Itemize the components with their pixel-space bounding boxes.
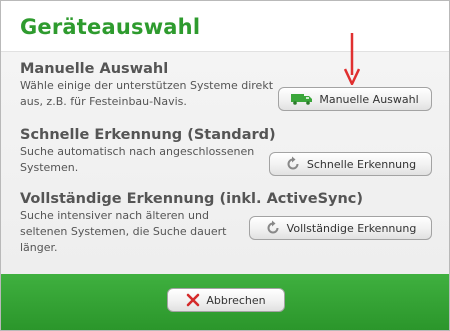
section-quick-title: Schnelle Erkennung (Standard) — [20, 127, 276, 143]
refresh-icon — [285, 156, 301, 172]
description-line: Suche automatisch nach angeschlossenen — [20, 145, 255, 158]
description-line: aus, z.B. für Festeinbau-Navis. — [20, 95, 187, 108]
cancel-label: Abbrechen — [206, 293, 266, 307]
cancel-button[interactable]: Abbrechen — [167, 288, 285, 312]
full-detection-button[interactable]: Vollständige Erkennung — [249, 216, 432, 240]
section-quick: Schnelle Erkennung (Standard) Suche auto… — [20, 127, 276, 176]
device-selection-dialog: Geräteauswahl Manuelle Auswahl Wähle ein… — [0, 0, 450, 331]
description-line: länger. — [20, 241, 58, 254]
close-icon — [186, 293, 200, 307]
manual-selection-label: Manuelle Auswahl — [319, 92, 419, 106]
section-quick-description: Suche automatisch nach angeschlossenen S… — [20, 144, 276, 176]
dialog-content: Manuelle Auswahl Wähle einige der unters… — [1, 51, 449, 274]
quick-detection-label: Schnelle Erkennung — [306, 157, 417, 171]
description-line: Systemen. — [20, 161, 79, 174]
dialog-title: Geräteauswahl — [20, 15, 201, 39]
dialog-footer: Abbrechen — [1, 274, 449, 330]
refresh-icon — [265, 220, 281, 236]
quick-detection-button[interactable]: Schnelle Erkennung — [269, 152, 432, 176]
manual-selection-button[interactable]: Manuelle Auswahl — [278, 87, 432, 111]
full-detection-label: Vollständige Erkennung — [286, 221, 417, 235]
section-manual: Manuelle Auswahl Wähle einige der unters… — [20, 61, 273, 110]
annotation-arrow-icon — [344, 33, 360, 85]
section-full-title: Vollständige Erkennung (inkl. ActiveSync… — [20, 191, 364, 207]
description-line: Wähle einige der unterstützen Systeme di… — [20, 79, 274, 92]
section-manual-description: Wähle einige der unterstützen Systeme di… — [20, 78, 273, 110]
section-manual-title: Manuelle Auswahl — [20, 61, 169, 77]
truck-icon — [291, 93, 313, 105]
